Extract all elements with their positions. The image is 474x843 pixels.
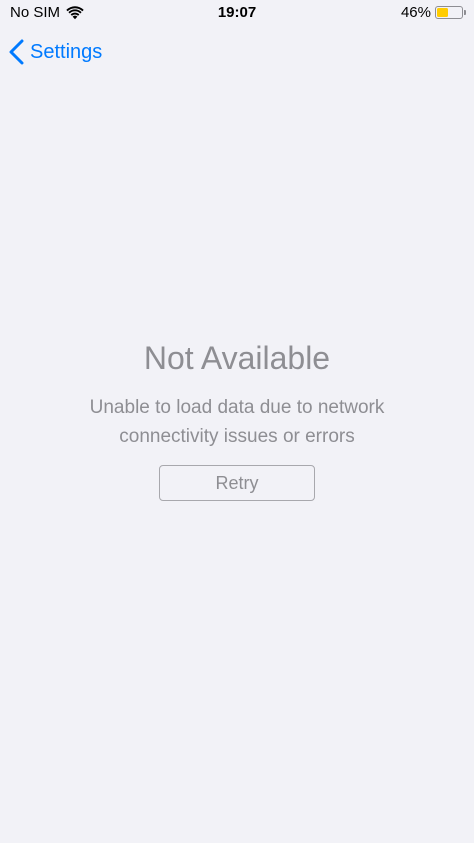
battery-percentage: 46% xyxy=(400,4,431,21)
empty-state: Not Available Unable to load data due to… xyxy=(0,340,474,501)
back-button[interactable]: Settings xyxy=(8,39,102,65)
status-bar: No SIM 19:07 46% xyxy=(0,0,474,28)
battery-group: 46% xyxy=(401,4,466,21)
empty-state-title: Not Available xyxy=(143,340,331,376)
battery-tip xyxy=(464,10,466,15)
navigation-bar: Settings xyxy=(0,32,474,76)
battery-icon xyxy=(435,6,463,19)
retry-button[interactable]: Retry xyxy=(159,465,315,501)
empty-state-description: Unable to load data due to network conne… xyxy=(89,397,385,447)
back-button-label: Settings xyxy=(30,40,103,63)
chevron-left-icon xyxy=(9,39,24,65)
battery-fill xyxy=(437,8,448,17)
